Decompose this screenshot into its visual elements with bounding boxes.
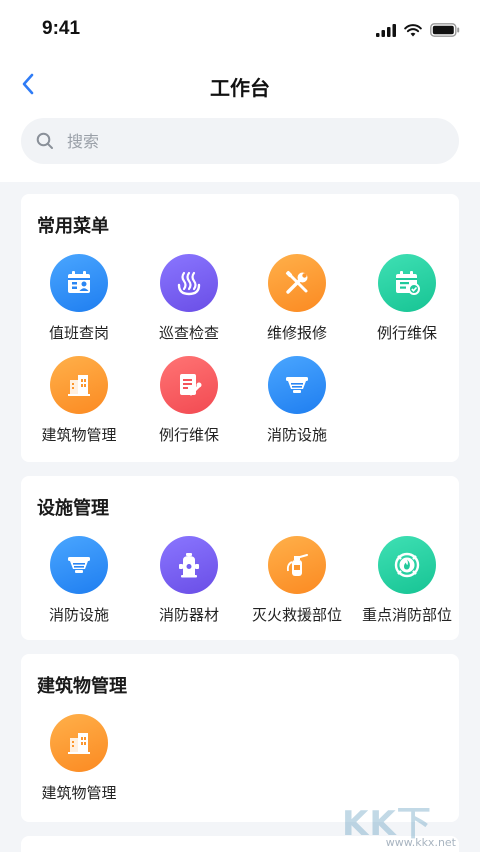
- fire-target-icon: [378, 536, 436, 594]
- menu-item-label: 灭火救援部位: [251, 606, 342, 624]
- menu-item-label: 建筑物管理: [41, 784, 117, 802]
- status-time: 9:41: [42, 18, 81, 39]
- menu-item-building[interactable]: 建筑物管理: [24, 714, 134, 814]
- menu-item-label: 例行维保: [376, 324, 437, 342]
- menu-item-label: 值班查岗: [48, 324, 109, 342]
- menu-item-fire-facility[interactable]: 消防设施: [242, 356, 352, 456]
- menu-item-label: 建筑物管理: [41, 426, 117, 444]
- menu-item-patrol[interactable]: 巡查检查: [134, 254, 244, 354]
- section-title: 建筑物管理: [37, 676, 127, 697]
- menu-item-duty-check[interactable]: 值班查岗: [24, 254, 134, 354]
- search-icon: [35, 131, 55, 151]
- watermark-logo: KK下载 www.kkx.net: [342, 796, 462, 852]
- menu-item-label: 维修报修: [266, 324, 327, 342]
- menu-item-repair[interactable]: 维修报修: [242, 254, 352, 354]
- signal-icon: [376, 23, 396, 37]
- menu-item-label: 消防设施: [48, 606, 109, 624]
- status-bar: 9:41: [0, 0, 480, 60]
- wifi-icon: [404, 23, 422, 36]
- status-icons: [376, 22, 460, 38]
- building-icon: [50, 714, 108, 772]
- duty-check-icon: [50, 254, 108, 312]
- patrol-icon: [160, 254, 218, 312]
- battery-icon: [430, 23, 460, 37]
- menu-item-label: 消防器材: [158, 606, 219, 624]
- search-input[interactable]: [67, 131, 427, 151]
- menu-item-building[interactable]: 建筑物管理: [24, 356, 134, 456]
- search-bar[interactable]: [21, 118, 459, 164]
- page-title: 工作台: [210, 76, 270, 100]
- nav-bar: 工作台: [0, 62, 480, 108]
- menu-item-maintenance[interactable]: 例行维保: [352, 254, 462, 354]
- menu-item-rescue-position[interactable]: 灭火救援部位: [242, 536, 352, 636]
- menu-item-fire-facility[interactable]: 消防设施: [24, 536, 134, 636]
- menu-item-key-fire-area[interactable]: 重点消防部位: [352, 536, 462, 636]
- section-facility-management: 设施管理 消防设施 消防器材 灭火救援部位 重点消防部位: [21, 476, 459, 640]
- section-title: 常用菜单: [37, 216, 109, 237]
- section-title: 设施管理: [37, 498, 109, 519]
- maintenance-calendar-icon: [378, 254, 436, 312]
- maintenance-doc-icon: [160, 356, 218, 414]
- smoke-detector-icon: [268, 356, 326, 414]
- menu-item-label: 巡查检查: [158, 324, 219, 342]
- section-common-menu: 常用菜单 值班查岗 巡查检查 维修报修 例行维保 建筑物管理 例行维保 消防设施: [21, 194, 459, 462]
- menu-item-fire-equipment[interactable]: 消防器材: [134, 536, 244, 636]
- menu-item-label: 重点消防部位: [361, 606, 452, 624]
- fire-extinguisher-icon: [268, 536, 326, 594]
- menu-item-label: 消防设施: [266, 426, 327, 444]
- smoke-detector-icon: [50, 536, 108, 594]
- building-icon: [50, 356, 108, 414]
- watermark-url: www.kkx.net: [385, 836, 456, 849]
- fire-hydrant-icon: [160, 536, 218, 594]
- repair-tools-icon: [268, 254, 326, 312]
- menu-item-label: 例行维保: [158, 426, 219, 444]
- menu-item-maintenance-2[interactable]: 例行维保: [134, 356, 244, 456]
